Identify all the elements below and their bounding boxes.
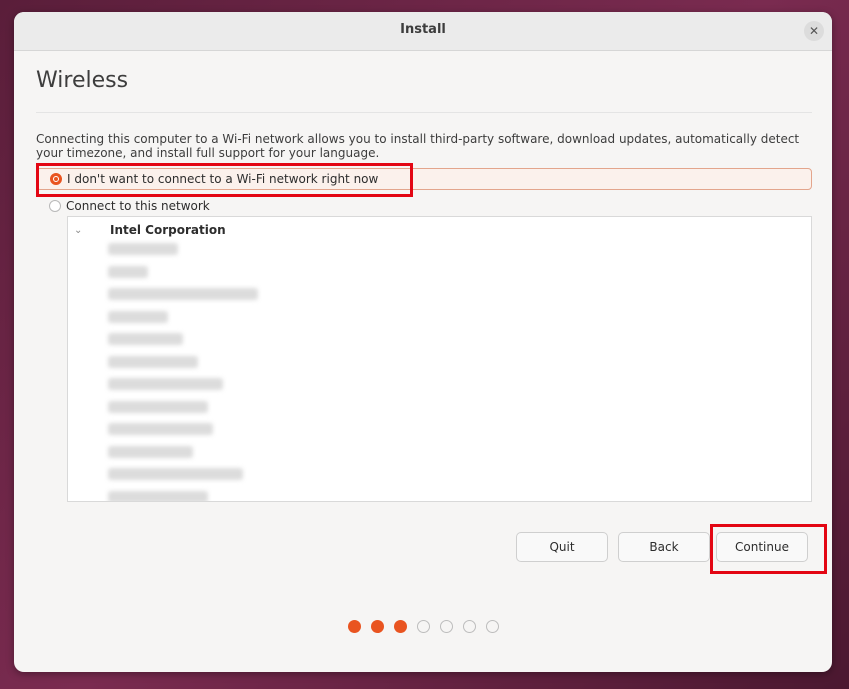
network-item[interactable] <box>108 445 193 458</box>
progress-dot <box>347 620 361 633</box>
network-item[interactable] <box>108 378 223 390</box>
chevron-down-icon[interactable]: ⌄ <box>74 225 84 236</box>
progress-dot <box>370 620 384 633</box>
progress-dots <box>14 620 832 633</box>
installer-window: Install ✕ Wireless Connecting this compu… <box>14 12 832 672</box>
progress-dot <box>439 620 453 633</box>
no-wifi-option[interactable]: I don't want to connect to a Wi-Fi netwo… <box>36 168 812 190</box>
network-group-label: Intel Corporation <box>110 223 226 237</box>
window-title: Install <box>400 22 446 37</box>
connect-network-label: Connect to this network <box>66 199 210 213</box>
header-divider <box>36 112 812 113</box>
network-item[interactable] <box>108 400 208 413</box>
network-group-row[interactable]: ⌄ Intel Corporation <box>68 221 226 239</box>
progress-dot <box>462 620 476 633</box>
network-item[interactable] <box>108 243 178 255</box>
progress-dot <box>485 620 499 633</box>
network-list[interactable]: ⌄ Intel Corporation <box>67 216 812 502</box>
network-item[interactable] <box>108 468 243 480</box>
no-wifi-radio[interactable] <box>50 173 62 185</box>
connect-network-radio[interactable] <box>49 200 61 212</box>
page-description: Connecting this computer to a Wi-Fi netw… <box>36 132 800 160</box>
title-bar: Install ✕ <box>14 12 832 51</box>
no-wifi-label: I don't want to connect to a Wi-Fi netwo… <box>67 172 379 186</box>
network-item[interactable] <box>108 288 258 300</box>
page-title: Wireless <box>36 68 129 93</box>
network-item[interactable] <box>108 265 148 278</box>
network-item[interactable] <box>108 423 213 435</box>
network-item[interactable] <box>108 355 198 368</box>
connect-network-option[interactable]: Connect to this network <box>36 195 812 217</box>
network-item[interactable] <box>108 310 168 323</box>
progress-dot <box>416 620 430 633</box>
continue-button[interactable]: Continue <box>716 532 808 562</box>
back-button[interactable]: Back <box>618 532 710 562</box>
network-item[interactable] <box>108 333 183 345</box>
close-icon[interactable]: ✕ <box>804 21 824 41</box>
progress-dot <box>393 620 407 633</box>
network-item[interactable] <box>108 490 208 501</box>
quit-button[interactable]: Quit <box>516 532 608 562</box>
